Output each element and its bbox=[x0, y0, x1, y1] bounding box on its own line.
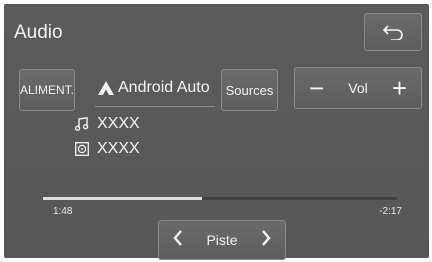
aliment-button[interactable]: ALIMENT. bbox=[19, 69, 75, 111]
chevron-left-icon bbox=[173, 229, 182, 246]
volume-up-button[interactable]: + bbox=[392, 75, 407, 101]
track-artist: XXXX bbox=[97, 140, 140, 157]
track-control: Piste bbox=[158, 220, 286, 260]
previous-track-button[interactable] bbox=[173, 229, 183, 252]
volume-down-button[interactable]: − bbox=[309, 75, 324, 101]
back-arrow-icon bbox=[382, 25, 403, 40]
source-name: Android Auto bbox=[98, 79, 210, 97]
android-auto-icon bbox=[98, 81, 114, 95]
track-title: XXXX bbox=[97, 115, 140, 132]
sources-button[interactable]: Sources bbox=[221, 69, 278, 111]
track-title-row: XXXX bbox=[75, 115, 140, 133]
progress-fill bbox=[43, 197, 203, 200]
volume-control: − Vol + bbox=[294, 67, 422, 109]
remaining-time: -2:17 bbox=[379, 206, 402, 217]
chevron-right-icon bbox=[262, 229, 271, 246]
volume-label: Vol bbox=[348, 80, 368, 96]
source-name-label: Android Auto bbox=[118, 79, 210, 96]
track-artist-row: XXXX bbox=[75, 140, 140, 158]
elapsed-time: 1:48 bbox=[53, 206, 73, 217]
back-button[interactable] bbox=[364, 13, 422, 51]
head-unit-screen: Audio ALIMENT. Android Auto Sources − Vo… bbox=[4, 4, 429, 260]
progress-bar[interactable] bbox=[43, 197, 397, 200]
album-icon bbox=[75, 142, 89, 156]
page-title: Audio bbox=[14, 22, 63, 43]
track-control-label: Piste bbox=[206, 232, 238, 248]
next-track-button[interactable] bbox=[261, 229, 271, 252]
source-underline bbox=[95, 106, 215, 107]
music-note-icon bbox=[75, 117, 89, 131]
